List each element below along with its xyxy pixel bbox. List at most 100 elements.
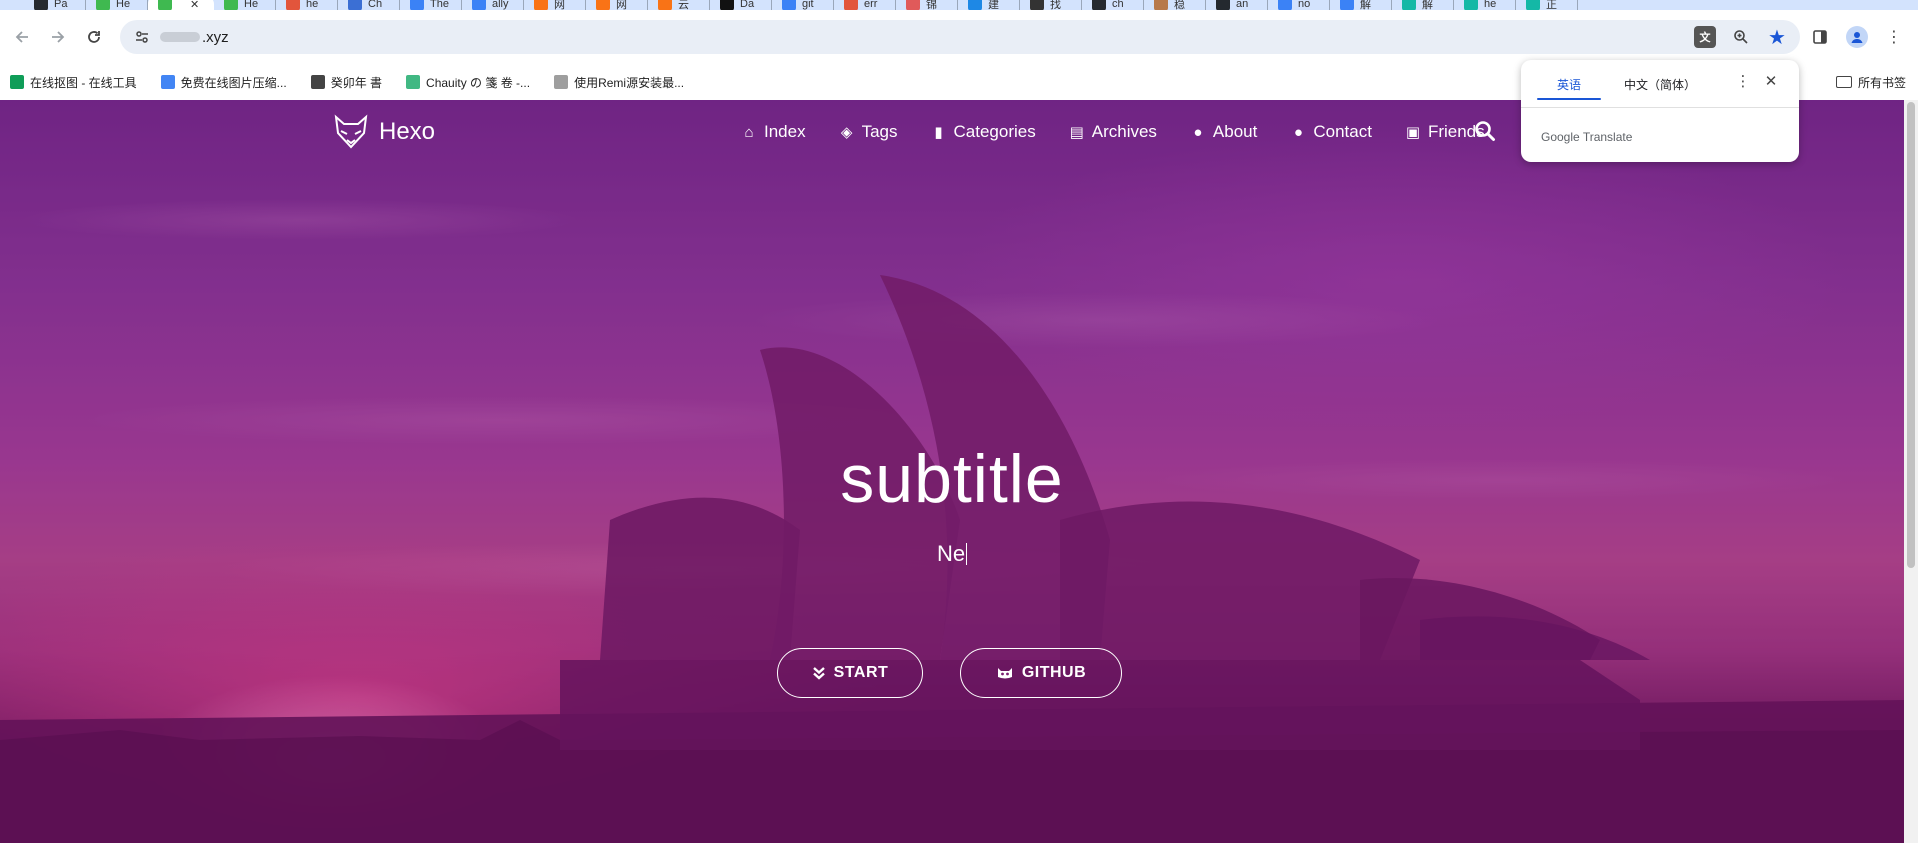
page-scrollbar[interactable]: ▲ <box>1904 100 1918 843</box>
bookmark-item[interactable]: 使用Remi源安装最... <box>554 74 684 91</box>
tab-favicon-icon <box>348 0 362 10</box>
address-bar[interactable]: .xyz 文 ★ <box>120 20 1800 54</box>
tab-favicon-icon <box>1216 0 1230 10</box>
hero-title: subtitle <box>840 441 1064 517</box>
nav-item-friends[interactable]: ▣ Friends <box>1404 122 1485 142</box>
start-button[interactable]: START <box>777 648 923 698</box>
browser-tab[interactable]: ch <box>1082 0 1144 10</box>
browser-tab[interactable]: err <box>834 0 896 10</box>
browser-tab[interactable]: 建 <box>958 0 1020 10</box>
site-brand[interactable]: Hexo <box>333 114 435 150</box>
tab-favicon-icon <box>1154 0 1168 10</box>
browser-tab[interactable]: He <box>86 0 148 10</box>
tab-title: He <box>244 0 259 10</box>
bookmark-star-icon[interactable]: ★ <box>1766 26 1788 49</box>
arrow-left-icon <box>15 31 28 43</box>
nav-item-categories[interactable]: ▮ Categories <box>930 122 1036 142</box>
nav-item-contact[interactable]: ● Contact <box>1289 122 1372 142</box>
search-icon[interactable] <box>1474 120 1496 142</box>
tab-favicon-icon <box>534 0 548 10</box>
tab-favicon-icon <box>1402 0 1416 10</box>
site-menu: ⌂ Index ◈ Tags ▮ Categories ▤ Archives ● About ● Co… <box>740 100 1485 164</box>
tab-favicon-icon <box>1340 0 1354 10</box>
browser-tab[interactable]: ✕ <box>148 0 214 10</box>
browser-tab[interactable]: The <box>400 0 462 10</box>
browser-tab[interactable]: 网 <box>524 0 586 10</box>
fox-logo-icon <box>334 114 368 149</box>
site-info-icon[interactable] <box>132 27 152 47</box>
all-bookmarks-label: 所有书签 <box>1857 75 1906 90</box>
magic-wand-icon <box>160 75 175 89</box>
bookmark-label: 免费在线图片压缩... <box>180 75 287 90</box>
tab-title: no <box>1298 0 1311 10</box>
bookmark-item[interactable]: 癸卯年 書 <box>310 74 382 91</box>
back-button[interactable] <box>4 19 40 55</box>
tab-separator <box>1577 0 1578 10</box>
bookmark-label: 在线抠图 - 在线工具 <box>30 75 137 90</box>
browser-tab[interactable]: 解 <box>1392 0 1454 10</box>
browser-tab[interactable]: 锦 <box>896 0 958 10</box>
tab-title: Ch <box>368 0 383 10</box>
github-button[interactable]: GITHUB <box>960 648 1122 698</box>
browser-tab[interactable]: an <box>1206 0 1268 10</box>
all-bookmarks-button[interactable]: 所有书签 <box>1835 64 1906 100</box>
translate-language-tabs: 英语 中文（简体） ⋮ ✕ <box>1521 60 1799 106</box>
angle-double-down-icon <box>812 667 825 680</box>
tags-icon: ◈ <box>840 124 853 141</box>
close-tab-icon[interactable]: ✕ <box>190 0 199 10</box>
tab-title: 建 <box>988 0 999 10</box>
tab-favicon-icon <box>906 0 920 10</box>
hero-buttons: START GITHUB <box>0 648 1904 700</box>
browser-tab[interactable]: 找 <box>1020 0 1082 10</box>
hexo-page: Hexo ⌂ Index ◈ Tags ▮ Categories ▤ Archives ● Abo… <box>0 100 1904 843</box>
bookmark-item[interactable]: 在线抠图 - 在线工具 <box>10 74 137 91</box>
bookmark-item[interactable]: 免费在线图片压缩... <box>160 74 287 91</box>
tab-favicon-icon <box>844 0 858 10</box>
side-panel-icon[interactable] <box>1808 25 1832 49</box>
scrollbar-thumb[interactable] <box>1907 102 1915 568</box>
tab-title: ally <box>492 0 509 10</box>
tab-favicon-icon <box>96 0 110 10</box>
tab-favicon-icon <box>1526 0 1540 10</box>
bookmark-item[interactable]: Chauity の 箋 卷 -... <box>406 74 530 91</box>
tab-title: Pa <box>54 0 68 10</box>
zoom-icon[interactable] <box>1730 26 1752 48</box>
github-label: GITHUB <box>1021 664 1087 681</box>
tab-favicon-icon <box>34 0 48 10</box>
browser-tab[interactable]: ally <box>462 0 524 10</box>
tab-favicon-icon <box>1092 0 1106 10</box>
folder-icon <box>1835 76 1852 88</box>
profile-avatar[interactable] <box>1846 26 1868 48</box>
close-icon[interactable]: ✕ <box>1761 72 1781 92</box>
source-language-tab[interactable]: 英语 <box>1557 76 1581 93</box>
browser-tab[interactable]: git <box>772 0 834 10</box>
target-language-tab[interactable]: 中文（简体） <box>1624 76 1696 93</box>
nav-item-about[interactable]: ● About <box>1189 122 1257 142</box>
browser-tab[interactable]: 正 <box>1516 0 1578 10</box>
browser-tab[interactable]: 稳 <box>1144 0 1206 10</box>
browser-tab[interactable]: Pa <box>24 0 86 10</box>
nav-item-label: Categories <box>953 122 1036 141</box>
tab-title: 解 <box>1422 0 1433 10</box>
green-t-icon <box>10 75 24 89</box>
forward-button[interactable] <box>40 19 76 55</box>
more-options-icon[interactable]: ⋮ <box>1733 72 1753 92</box>
browser-tab[interactable]: Da <box>710 0 772 10</box>
browser-tab[interactable]: 云 <box>648 0 710 10</box>
browser-tab[interactable]: He <box>214 0 276 10</box>
kebab-menu-icon[interactable]: ⋮ <box>1882 25 1906 49</box>
nav-item-archives[interactable]: ▤ Archives <box>1068 122 1157 142</box>
browser-tab[interactable]: Ch <box>338 0 400 10</box>
browser-tab[interactable]: 网 <box>586 0 648 10</box>
translate-icon[interactable]: 文 <box>1694 26 1716 48</box>
tab-favicon-icon <box>158 0 172 10</box>
browser-toolbar: .xyz 文 ★ ⋮ <box>0 10 1918 64</box>
browser-tab[interactable]: 解 <box>1330 0 1392 10</box>
browser-tab[interactable]: he <box>1454 0 1516 10</box>
nav-item-tags[interactable]: ◈ Tags <box>838 122 898 142</box>
tab-favicon-icon <box>472 0 486 10</box>
reload-button[interactable] <box>76 19 112 55</box>
nav-item-index[interactable]: ⌂ Index <box>740 122 805 142</box>
browser-tab[interactable]: he <box>276 0 338 10</box>
browser-tab[interactable]: no <box>1268 0 1330 10</box>
